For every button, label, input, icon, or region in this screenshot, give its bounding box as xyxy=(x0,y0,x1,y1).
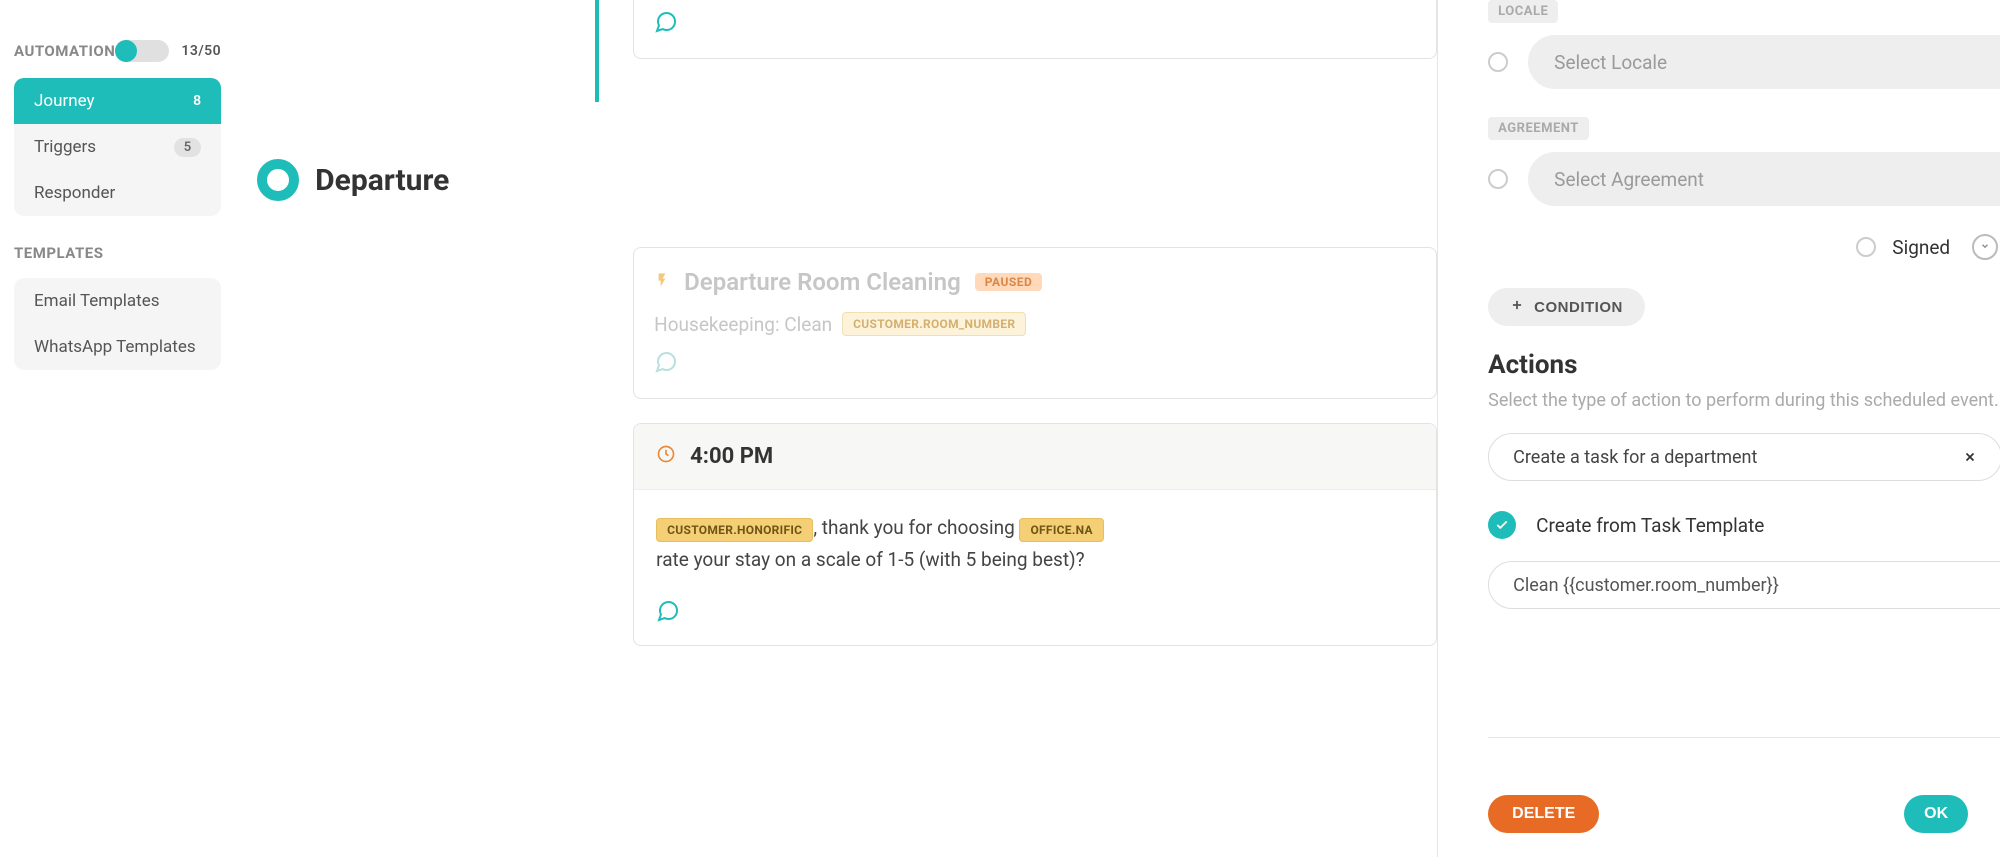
clock-icon xyxy=(656,444,676,469)
ok-button[interactable]: OK xyxy=(1904,795,1968,833)
journey-canvas: Departure Departure Room Cleaning PAUSED… xyxy=(237,0,1437,857)
action-type-select[interactable]: Create a task for a department xyxy=(1488,433,2000,481)
msg-text-after: rate your stay on a scale of 1-5 (with 5… xyxy=(656,544,1414,576)
sidebar-item-label: Email Templates xyxy=(34,291,160,311)
sidebar-item-label: Journey xyxy=(34,91,95,111)
actions-title: Actions xyxy=(1488,350,2000,380)
condition-btn-label: CONDITION xyxy=(1534,299,1623,316)
sidebar-item-label: Triggers xyxy=(34,137,96,157)
template-checkbox[interactable] xyxy=(1488,511,1516,539)
add-condition-button[interactable]: CONDITION xyxy=(1488,288,1645,326)
bolt-icon xyxy=(654,269,670,296)
journey-card-message[interactable]: 4:00 PM CUSTOMER.HONORIFIC, thank you fo… xyxy=(633,423,1437,646)
card-line-prefix: Housekeeping: Clean xyxy=(654,313,832,336)
sidebar-item-email-templates[interactable]: Email Templates xyxy=(14,278,221,324)
card-body: CUSTOMER.HONORIFIC, thank you for choosi… xyxy=(634,490,1436,599)
var-chip-honorific: CUSTOMER.HONORIFIC xyxy=(656,518,813,542)
actions-subtitle: Select the type of action to perform dur… xyxy=(1488,390,2000,411)
card-time: 4:00 PM xyxy=(690,444,773,469)
sidebar-item-badge: 8 xyxy=(193,93,201,109)
stage-circle-icon xyxy=(257,159,299,201)
var-chip-room-number: CUSTOMER.ROOM_NUMBER xyxy=(842,312,1026,336)
delete-button[interactable]: DELETE xyxy=(1488,795,1599,833)
template-toggle-label: Create from Task Template xyxy=(1536,514,1764,537)
sidebar-item-badge: 5 xyxy=(174,138,201,157)
signed-expand[interactable] xyxy=(1972,234,1998,260)
journey-card-preview[interactable] xyxy=(633,0,1437,59)
journey-rail xyxy=(595,0,599,102)
templates-title: TEMPLATES xyxy=(14,244,103,262)
task-template-select[interactable]: Clean {{customer.room_number}} xyxy=(1488,561,2000,609)
clear-action-icon[interactable] xyxy=(1963,445,1977,469)
agreement-radio[interactable] xyxy=(1488,169,1508,189)
automation-usage: 13/50 xyxy=(115,40,221,62)
sidebar-item-triggers[interactable]: Triggers 5 xyxy=(14,124,221,170)
agreement-placeholder: Select Agreement xyxy=(1554,168,1704,191)
card-title: Departure Room Cleaning xyxy=(684,268,961,296)
templates-nav: Email Templates WhatsApp Templates xyxy=(14,278,221,370)
sidebar: AUTOMATION 13/50 Journey 8 Triggers 5 Re… xyxy=(0,0,237,857)
signed-radio[interactable] xyxy=(1856,237,1876,257)
var-chip-office: OFFICE.NA xyxy=(1019,518,1103,542)
chat-icon xyxy=(654,350,678,374)
automation-header: AUTOMATION 13/50 xyxy=(14,40,221,62)
sidebar-item-label: Responder xyxy=(34,183,115,203)
stage-title: Departure xyxy=(315,163,449,198)
sidebar-item-whatsapp-templates[interactable]: WhatsApp Templates xyxy=(14,324,221,370)
signed-label: Signed xyxy=(1892,236,1950,259)
automation-toggle[interactable] xyxy=(115,40,169,62)
automation-nav: Journey 8 Triggers 5 Responder xyxy=(14,78,221,216)
sidebar-item-responder[interactable]: Responder xyxy=(14,170,221,216)
sidebar-item-journey[interactable]: Journey 8 xyxy=(14,78,221,124)
event-editor-panel: LOCALE Select Locale AGREEMENT Select Ag… xyxy=(1437,0,2000,857)
journey-stage-header: Departure xyxy=(257,159,1437,201)
toggle-knob xyxy=(115,40,137,62)
action-type-value: Create a task for a department xyxy=(1513,447,1757,468)
msg-text-mid: , thank you for choosing xyxy=(813,516,1019,539)
locale-placeholder: Select Locale xyxy=(1554,51,1667,74)
locale-select[interactable]: Select Locale xyxy=(1528,35,2000,89)
plus-icon xyxy=(1510,298,1524,316)
chat-icon xyxy=(656,599,680,623)
journey-card-cleaning[interactable]: Departure Room Cleaning PAUSED Housekeep… xyxy=(633,247,1437,399)
task-template-value: Clean {{customer.room_number}} xyxy=(1513,575,1779,596)
agreement-select[interactable]: Select Agreement xyxy=(1528,152,2000,206)
status-badge-paused: PAUSED xyxy=(975,273,1043,291)
automation-title: AUTOMATION xyxy=(14,42,115,60)
agreement-label: AGREEMENT xyxy=(1488,117,1589,140)
locale-label: LOCALE xyxy=(1488,0,1558,23)
chevron-down-icon xyxy=(1980,240,1990,254)
automation-count: 13/50 xyxy=(181,43,221,59)
panel-footer: DELETE OK xyxy=(1488,737,2000,857)
sidebar-item-label: WhatsApp Templates xyxy=(34,337,196,357)
chat-icon xyxy=(654,10,678,34)
locale-radio[interactable] xyxy=(1488,52,1508,72)
templates-header: TEMPLATES xyxy=(14,244,221,262)
